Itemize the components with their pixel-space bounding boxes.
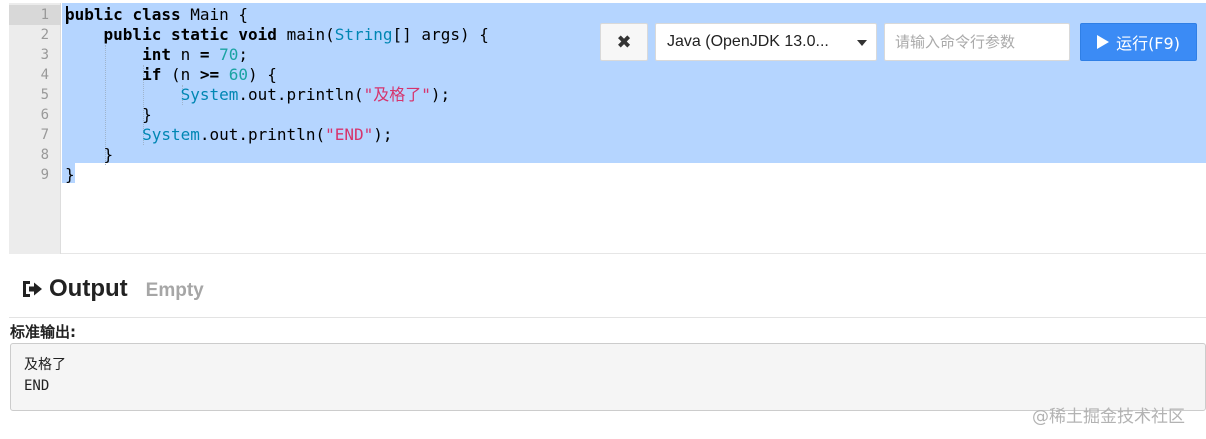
- line-number: 5: [40, 87, 49, 103]
- line-number: 1: [9, 5, 61, 25]
- code-line-6[interactable]: }: [65, 105, 152, 125]
- code-line-9[interactable]: }: [65, 165, 75, 185]
- line-number: 4: [40, 67, 49, 83]
- code-line-2[interactable]: public static void main(String[] args) {: [65, 25, 489, 45]
- line-number: 3: [40, 47, 49, 63]
- line-number: 9: [40, 167, 49, 183]
- language-select[interactable]: Java (OpenJDK 13.0...: [655, 23, 877, 61]
- code-line-3[interactable]: int n = 70;: [65, 45, 248, 65]
- line-number: 2: [40, 27, 49, 43]
- command-line-args-input[interactable]: [884, 23, 1070, 61]
- stdout-label: 标准输出:: [10, 323, 76, 341]
- output-title: Output: [49, 275, 128, 302]
- sign-out-icon: [21, 279, 43, 299]
- code-line-1[interactable]: public class Main {: [65, 5, 248, 25]
- language-select-value: Java (OpenJDK 13.0...: [667, 33, 829, 50]
- code-line-8[interactable]: }: [65, 145, 114, 165]
- run-button[interactable]: 运行(F9): [1080, 23, 1197, 61]
- code-line-4[interactable]: if (n >= 60) {: [65, 65, 277, 85]
- code-line-5[interactable]: System.out.println("及格了");: [65, 85, 451, 105]
- stdout-panel: 及格了 END: [10, 343, 1206, 411]
- line-number-gutter: 1 2 3 4 5 6 7 8 9: [9, 3, 61, 254]
- line-number: 8: [40, 147, 49, 163]
- caret-down-icon: [857, 40, 867, 46]
- play-icon: [1097, 35, 1110, 49]
- watermark: @稀土掘金技术社区: [1032, 407, 1185, 427]
- close-icon: ✖: [616, 31, 632, 52]
- output-status: Empty: [145, 279, 204, 301]
- line-number: 7: [40, 127, 49, 143]
- output-divider: [9, 317, 1206, 318]
- output-header: Output Empty: [21, 274, 204, 304]
- code-line-7[interactable]: System.out.println("END");: [65, 125, 392, 145]
- stdout-line: END: [24, 378, 50, 394]
- stdout-line: 及格了: [24, 357, 66, 373]
- run-button-label: 运行(F9): [1116, 34, 1180, 53]
- line-number: 6: [40, 107, 49, 123]
- clear-button[interactable]: ✖: [600, 23, 648, 61]
